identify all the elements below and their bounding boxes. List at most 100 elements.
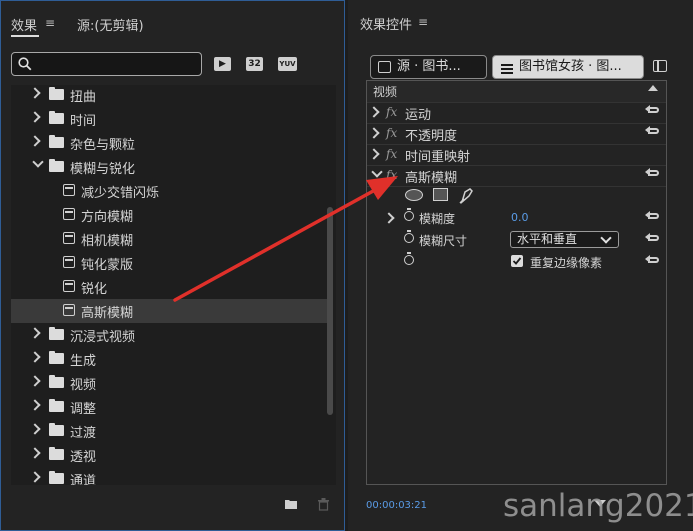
- chevron-right-icon[interactable]: [29, 87, 41, 99]
- chevron-right-icon[interactable]: [29, 135, 41, 147]
- tab-effects[interactable]: 效果: [11, 15, 37, 34]
- repeat-edge-checkbox[interactable]: [511, 255, 523, 267]
- 32bit-effects-icon[interactable]: 32: [246, 57, 263, 71]
- tab-sequence-clip[interactable]: 图书馆女孩 · 图...: [492, 55, 644, 79]
- chevron-down-icon: [600, 232, 612, 244]
- tree-folder[interactable]: 透视: [11, 443, 327, 467]
- tree-folder[interactable]: 调整: [11, 395, 327, 419]
- param-repeat-edge-pixels: 重复边缘像素: [367, 252, 666, 273]
- effect-name: 运动: [405, 108, 432, 123]
- mask-tools-row: [367, 186, 666, 207]
- chevron-right-icon[interactable]: [29, 471, 41, 483]
- sequence-icon: [501, 61, 513, 74]
- reset-param-icon[interactable]: [645, 255, 660, 266]
- reset-effect-icon[interactable]: [645, 105, 660, 116]
- folder-icon: [49, 159, 64, 172]
- chevron-right-icon[interactable]: [29, 351, 41, 363]
- tree-effect[interactable]: 减少交错闪烁: [11, 179, 327, 203]
- tab-source-clip[interactable]: 源 · 图书...: [370, 55, 487, 79]
- blurriness-value[interactable]: 0.0: [511, 211, 529, 224]
- fx-icon[interactable]: fx: [386, 168, 397, 182]
- tree-effect[interactable]: 锐化: [11, 275, 327, 299]
- tree-effect[interactable]: 高斯模糊: [11, 299, 327, 323]
- new-folder-icon[interactable]: [284, 498, 298, 514]
- ellipse-mask-icon[interactable]: [405, 189, 423, 201]
- panel-menu-icon[interactable]: ≡: [418, 15, 428, 29]
- tree-item-label: 视频: [70, 378, 97, 393]
- tree-item-label: 钝化蒙版: [81, 258, 134, 273]
- tree-folder[interactable]: 模糊与锐化: [11, 155, 327, 179]
- tree-folder[interactable]: 杂色与颗粒: [11, 131, 327, 155]
- effect-row[interactable]: fx 高斯模糊: [367, 165, 666, 187]
- tree-scrollbar[interactable]: [327, 207, 333, 415]
- section-video: 视频: [367, 81, 666, 103]
- tree-folder[interactable]: 时间: [11, 107, 327, 131]
- panel-menu-icon[interactable]: ≡: [45, 16, 55, 30]
- tab-sequence-label: 图书馆女孩 · 图...: [519, 59, 622, 74]
- effect-icon: [63, 256, 75, 268]
- fx-icon[interactable]: fx: [386, 147, 397, 161]
- tree-folder[interactable]: 生成: [11, 347, 327, 371]
- expand-param-icon[interactable]: [383, 212, 395, 224]
- effect-icon: [63, 232, 75, 244]
- tree-item-label: 杂色与颗粒: [70, 138, 136, 153]
- blur-dimensions-select[interactable]: 水平和垂直: [510, 231, 619, 248]
- chevron-right-icon[interactable]: [368, 148, 380, 160]
- reset-effect-icon[interactable]: [645, 126, 660, 137]
- delete-icon[interactable]: [318, 498, 329, 515]
- effect-row[interactable]: fx 时间重映射: [367, 144, 666, 166]
- stopwatch-icon[interactable]: [404, 252, 414, 265]
- search-input[interactable]: [11, 52, 202, 76]
- tree-effect[interactable]: 相机模糊: [11, 227, 327, 251]
- playhead-timecode[interactable]: 00:00:03:21: [366, 500, 427, 511]
- effect-icon: [63, 184, 75, 196]
- folder-icon: [49, 135, 64, 148]
- clip-icon: [378, 61, 391, 73]
- folder-icon: [49, 327, 64, 340]
- chevron-right-icon[interactable]: [368, 127, 380, 139]
- effect-icon: [63, 280, 75, 292]
- effect-icon: [63, 304, 75, 316]
- chevron-right-icon[interactable]: [29, 447, 41, 459]
- tree-item-label: 过渡: [70, 426, 97, 441]
- folder-icon: [49, 375, 64, 388]
- chevron-right-icon[interactable]: [29, 327, 41, 339]
- tree-folder[interactable]: 通道: [11, 467, 327, 485]
- fx-icon[interactable]: fx: [386, 126, 397, 140]
- stopwatch-icon[interactable]: [404, 230, 414, 243]
- rectangle-mask-icon[interactable]: [433, 188, 448, 201]
- chevron-right-icon[interactable]: [29, 423, 41, 435]
- accelerated-effects-icon[interactable]: ▶: [214, 57, 231, 71]
- toggle-timeline-icon[interactable]: [653, 60, 667, 72]
- tree-effect[interactable]: 钝化蒙版: [11, 251, 327, 275]
- chevron-right-icon[interactable]: [29, 111, 41, 123]
- tree-item-label: 沉浸式视频: [70, 330, 136, 345]
- chevron-down-icon[interactable]: [32, 156, 44, 168]
- effect-row[interactable]: fx 不透明度: [367, 123, 666, 145]
- tree-folder[interactable]: 过渡: [11, 419, 327, 443]
- reset-effect-icon[interactable]: [645, 168, 660, 179]
- yuv-effects-icon[interactable]: YUV: [278, 57, 297, 71]
- reset-param-icon[interactable]: [645, 233, 660, 244]
- chevron-right-icon[interactable]: [368, 106, 380, 118]
- reset-param-icon[interactable]: [645, 211, 660, 222]
- tree-folder[interactable]: 视频: [11, 371, 327, 395]
- tree-effect[interactable]: 方向模糊: [11, 203, 327, 227]
- effect-row[interactable]: fx 运动: [367, 102, 666, 124]
- effect-name: 高斯模糊: [405, 171, 458, 186]
- fx-icon[interactable]: fx: [386, 105, 397, 119]
- chevron-down-icon[interactable]: [371, 166, 383, 178]
- folder-icon: [49, 111, 64, 124]
- stopwatch-icon[interactable]: [404, 208, 414, 221]
- collapse-up-icon[interactable]: [648, 85, 658, 91]
- blur-dimensions-value: 水平和垂直: [517, 232, 578, 246]
- panel-title[interactable]: 效果控件: [360, 14, 412, 33]
- tree-item-label: 透视: [70, 450, 97, 465]
- tree-folder[interactable]: 扭曲: [11, 85, 327, 107]
- tab-source[interactable]: 源:(无剪辑): [77, 15, 144, 34]
- pen-mask-icon[interactable]: [459, 186, 475, 208]
- effects-panel: 效果 ≡ 源:(无剪辑) ▶ 32 YUV 扭曲 时间杂色与颗粒模糊与锐化 减少交错…: [0, 0, 345, 531]
- tree-folder[interactable]: 沉浸式视频: [11, 323, 327, 347]
- chevron-right-icon[interactable]: [29, 399, 41, 411]
- chevron-right-icon[interactable]: [29, 375, 41, 387]
